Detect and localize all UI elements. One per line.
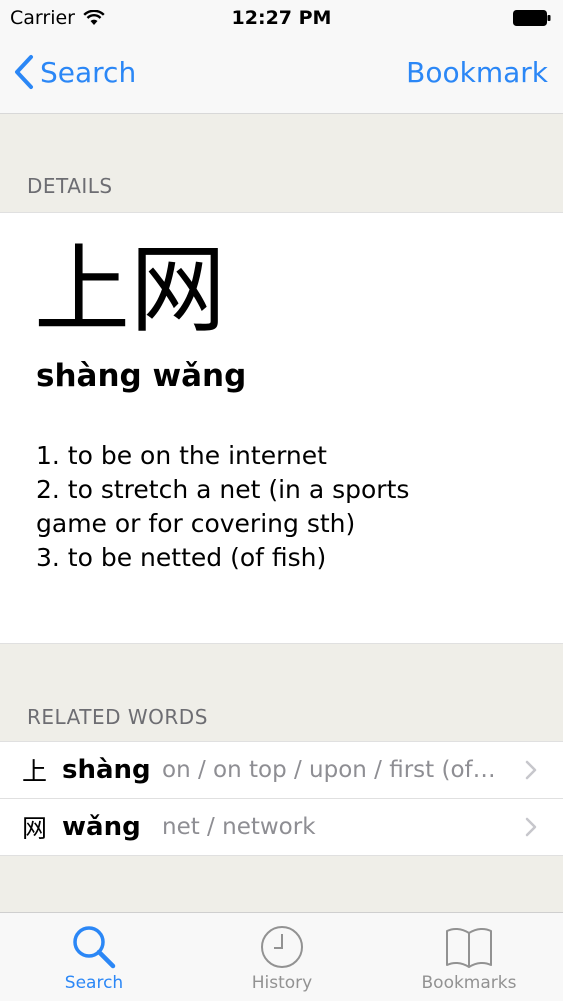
related-word-character: 上	[22, 757, 48, 786]
related-word-row[interactable]: 上 shàng on / on top / upon / first (of t…	[0, 742, 563, 798]
chevron-right-icon	[525, 817, 537, 837]
tab-history-label: History	[251, 973, 313, 993]
related-section-header: RELATED WORDS	[27, 705, 208, 729]
tab-bookmarks[interactable]: Bookmarks	[375, 913, 563, 1001]
tab-history[interactable]: History	[188, 913, 376, 1001]
tab-search[interactable]: Search	[0, 913, 188, 1001]
definition-list: 1. to be on the internet 2. to stretch a…	[36, 439, 446, 575]
status-time: 12:27 PM	[231, 7, 332, 29]
bookmark-button[interactable]: Bookmark	[406, 56, 548, 89]
battery-icon	[513, 10, 551, 26]
book-icon	[446, 927, 492, 968]
status-bar: Carrier 12:27 PM	[0, 0, 563, 38]
related-words-list: 上 shàng on / on top / upon / first (of t…	[0, 741, 563, 856]
headword-pinyin: shàng wǎng	[36, 358, 247, 394]
back-button-label: Search	[40, 55, 137, 89]
related-word-pinyin: wǎng	[62, 812, 141, 842]
details-card: 上网 shàng wǎng 1. to be on the internet 2…	[0, 212, 563, 644]
headword-characters: 上网	[34, 234, 226, 346]
tab-search-label: Search	[64, 973, 124, 993]
definition-item: 3. to be netted (of fish)	[36, 543, 327, 572]
related-word-definition: net / network	[162, 814, 316, 840]
clock-icon	[261, 926, 303, 968]
tab-bar: Search History Bookmarks	[0, 912, 563, 1001]
navigation-bar: Search Bookmark	[0, 38, 563, 114]
search-icon	[73, 926, 116, 969]
chevron-left-icon	[15, 55, 33, 89]
chevron-right-icon	[525, 760, 537, 780]
details-section-header: DETAILS	[27, 174, 113, 198]
related-word-row[interactable]: 网 wǎng net / network	[0, 798, 563, 855]
related-word-definition: on / on top / upon / first (of t...	[162, 757, 502, 783]
definition-item: 1. to be on the internet	[36, 441, 327, 470]
tab-bookmarks-label: Bookmarks	[421, 973, 517, 993]
related-word-character: 网	[22, 814, 48, 843]
related-word-pinyin: shàng	[62, 755, 151, 785]
definition-item: 2. to stretch a net (in a sports game or…	[36, 475, 410, 538]
back-button[interactable]: Search	[12, 54, 136, 90]
